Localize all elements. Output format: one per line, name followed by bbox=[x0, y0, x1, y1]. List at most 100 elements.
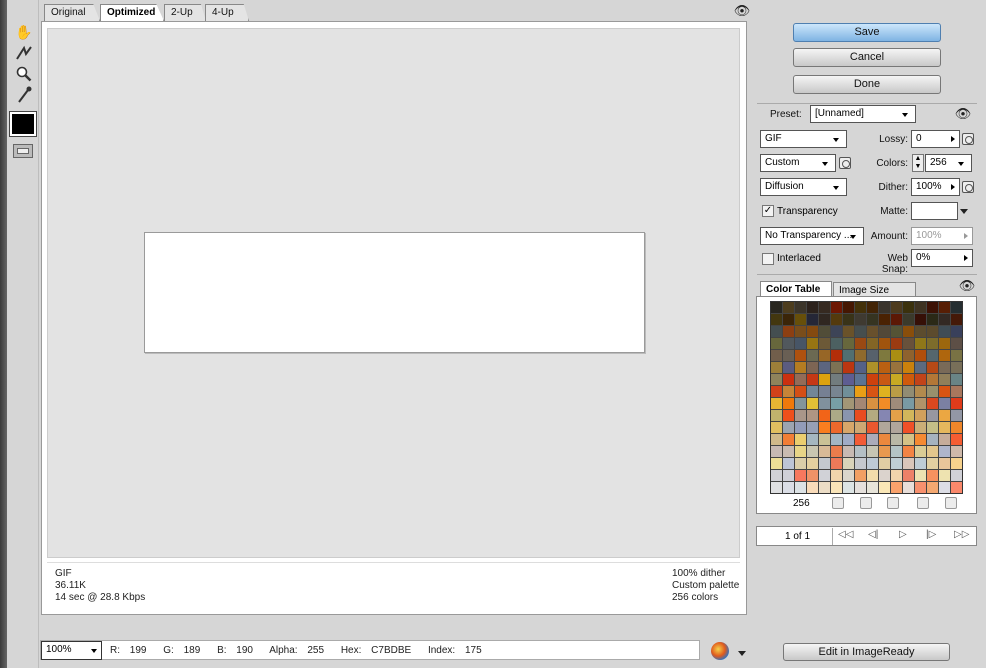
color-table-grid[interactable] bbox=[770, 301, 963, 494]
color-swatch[interactable] bbox=[927, 314, 938, 325]
trash-icon[interactable] bbox=[945, 497, 957, 509]
color-swatch[interactable] bbox=[867, 398, 878, 409]
color-swatch[interactable] bbox=[783, 434, 794, 445]
color-swatch[interactable] bbox=[795, 362, 806, 373]
color-swatch[interactable] bbox=[903, 302, 914, 313]
matte-dropdown-icon[interactable] bbox=[960, 209, 968, 214]
color-swatch[interactable] bbox=[843, 446, 854, 457]
color-swatch[interactable] bbox=[843, 410, 854, 421]
color-swatch[interactable] bbox=[915, 458, 926, 469]
color-swatch[interactable] bbox=[891, 422, 902, 433]
color-swatch[interactable] bbox=[843, 398, 854, 409]
color-swatch[interactable] bbox=[939, 446, 950, 457]
color-swatch[interactable] bbox=[879, 470, 890, 481]
color-swatch[interactable] bbox=[903, 350, 914, 361]
color-swatch[interactable] bbox=[867, 386, 878, 397]
color-swatch[interactable] bbox=[939, 338, 950, 349]
color-swatch[interactable] bbox=[855, 482, 866, 493]
color-swatch[interactable] bbox=[951, 446, 962, 457]
color-swatch[interactable] bbox=[879, 374, 890, 385]
color-swatch[interactable] bbox=[831, 422, 842, 433]
color-swatch[interactable] bbox=[867, 362, 878, 373]
color-swatch[interactable] bbox=[927, 458, 938, 469]
color-swatch[interactable] bbox=[903, 410, 914, 421]
color-swatch[interactable] bbox=[891, 326, 902, 337]
color-swatch[interactable] bbox=[795, 470, 806, 481]
color-swatch[interactable] bbox=[867, 338, 878, 349]
color-swatch[interactable] bbox=[843, 302, 854, 313]
color-swatch[interactable] bbox=[939, 458, 950, 469]
colors-stepper[interactable]: ▲ ▼ bbox=[912, 154, 924, 172]
color-swatch[interactable] bbox=[831, 338, 842, 349]
color-swatch[interactable] bbox=[843, 362, 854, 373]
slice-select-tool-icon[interactable] bbox=[13, 43, 35, 63]
color-swatch[interactable] bbox=[843, 470, 854, 481]
color-swatch[interactable] bbox=[903, 458, 914, 469]
color-swatch[interactable] bbox=[819, 434, 830, 445]
color-swatch[interactable] bbox=[879, 458, 890, 469]
colors-select[interactable]: 256 bbox=[925, 154, 972, 172]
done-button[interactable]: Done bbox=[793, 75, 941, 94]
color-swatch[interactable] bbox=[879, 434, 890, 445]
previous-frame-icon[interactable]: ◁| bbox=[868, 529, 878, 540]
color-swatch[interactable] bbox=[927, 338, 938, 349]
color-swatch[interactable] bbox=[855, 326, 866, 337]
color-swatch[interactable] bbox=[795, 302, 806, 313]
color-swatch[interactable] bbox=[915, 410, 926, 421]
color-swatch[interactable] bbox=[879, 386, 890, 397]
color-swatch[interactable] bbox=[903, 422, 914, 433]
preview-image[interactable] bbox=[144, 232, 645, 353]
color-swatch[interactable] bbox=[915, 398, 926, 409]
color-swatch[interactable] bbox=[771, 434, 782, 445]
color-swatch[interactable] bbox=[915, 386, 926, 397]
color-swatch[interactable] bbox=[783, 386, 794, 397]
color-swatch[interactable] bbox=[843, 458, 854, 469]
color-swatch[interactable] bbox=[879, 410, 890, 421]
color-swatch[interactable] bbox=[819, 410, 830, 421]
color-swatch[interactable] bbox=[867, 302, 878, 313]
color-swatch[interactable] bbox=[843, 314, 854, 325]
color-swatch[interactable] bbox=[807, 338, 818, 349]
color-table-menu-icon[interactable]: 👁 bbox=[958, 278, 976, 293]
color-swatch[interactable] bbox=[783, 410, 794, 421]
color-swatch[interactable] bbox=[855, 338, 866, 349]
color-swatch[interactable] bbox=[807, 302, 818, 313]
preview-in-browser-icon[interactable] bbox=[711, 642, 729, 660]
color-swatch[interactable] bbox=[843, 386, 854, 397]
color-swatch[interactable] bbox=[843, 338, 854, 349]
color-swatch[interactable] bbox=[831, 434, 842, 445]
color-swatch[interactable] bbox=[879, 446, 890, 457]
color-swatch[interactable] bbox=[843, 434, 854, 445]
color-swatch[interactable] bbox=[843, 482, 854, 493]
color-swatch[interactable] bbox=[927, 386, 938, 397]
color-swatch[interactable] bbox=[795, 410, 806, 421]
color-swatch[interactable] bbox=[939, 362, 950, 373]
color-swatch[interactable] bbox=[819, 350, 830, 361]
format-select[interactable]: GIF bbox=[760, 130, 847, 148]
matte-swatch[interactable] bbox=[911, 202, 958, 220]
tab-image-size[interactable]: Image Size bbox=[833, 282, 916, 297]
color-swatch[interactable] bbox=[843, 350, 854, 361]
color-swatch[interactable] bbox=[939, 314, 950, 325]
transparency-dither-select[interactable]: No Transparency ... bbox=[760, 227, 864, 245]
color-swatch[interactable] bbox=[879, 338, 890, 349]
color-swatch[interactable] bbox=[831, 458, 842, 469]
color-swatch[interactable] bbox=[891, 302, 902, 313]
tab-2-up[interactable]: 2-Up bbox=[164, 4, 206, 21]
color-swatch[interactable] bbox=[795, 338, 806, 349]
color-swatch[interactable] bbox=[771, 326, 782, 337]
color-swatch[interactable] bbox=[795, 482, 806, 493]
color-swatch[interactable] bbox=[795, 314, 806, 325]
color-swatch[interactable] bbox=[915, 302, 926, 313]
color-swatch[interactable] bbox=[951, 350, 962, 361]
color-swatch[interactable] bbox=[831, 398, 842, 409]
browser-menu-arrow-icon[interactable] bbox=[738, 651, 746, 656]
color-swatch[interactable] bbox=[771, 338, 782, 349]
color-swatch[interactable] bbox=[891, 350, 902, 361]
color-swatch[interactable] bbox=[831, 482, 842, 493]
color-swatch[interactable] bbox=[783, 482, 794, 493]
color-swatch[interactable] bbox=[807, 446, 818, 457]
color-swatch[interactable] bbox=[903, 326, 914, 337]
color-swatch[interactable] bbox=[867, 422, 878, 433]
color-swatch[interactable] bbox=[903, 338, 914, 349]
